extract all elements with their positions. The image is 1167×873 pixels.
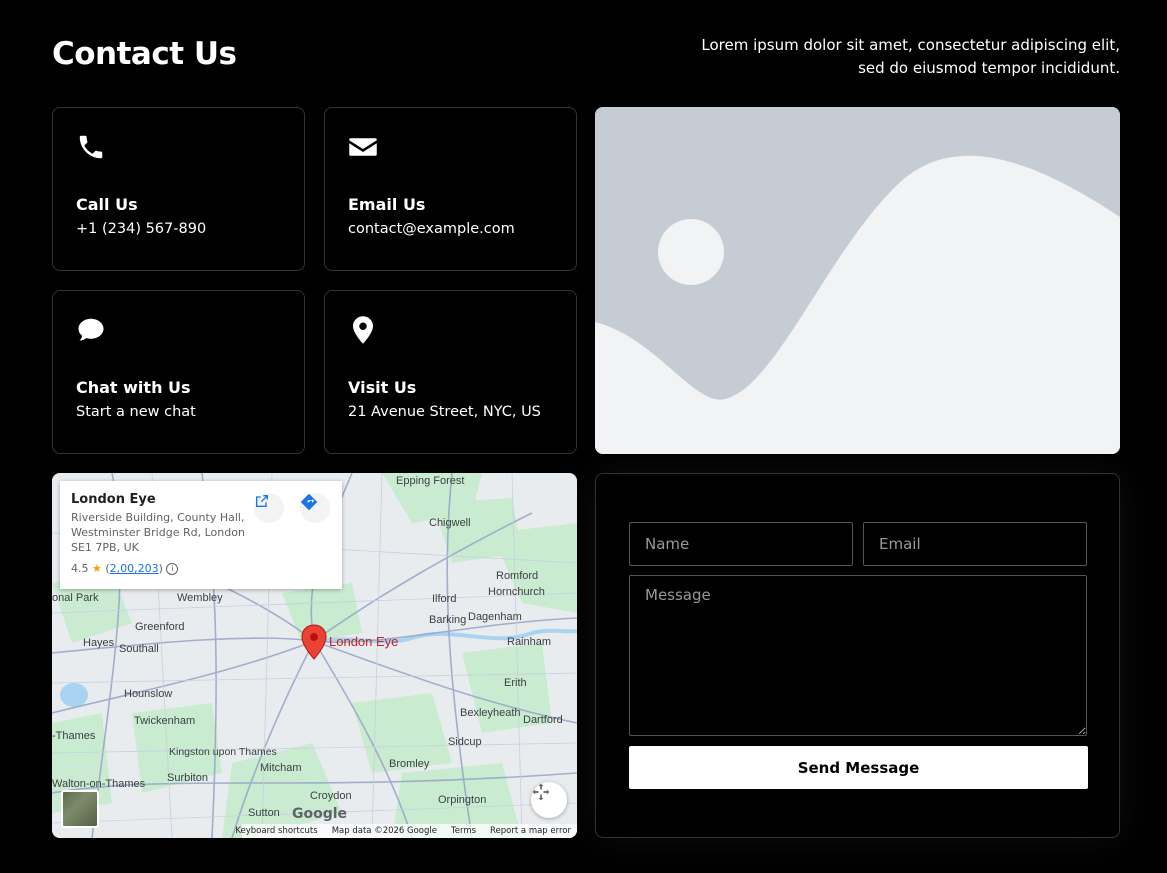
email-input[interactable] [863, 522, 1087, 566]
map-place-label: Hounslow [124, 688, 172, 700]
map-place-label: Dartford [523, 714, 563, 726]
map-place-label: Bexleyheath [460, 707, 521, 719]
visit-card[interactable]: Visit Us 21 Avenue Street, NYC, US [324, 290, 577, 454]
location-pin-icon [353, 316, 373, 344]
external-link-icon [256, 495, 268, 507]
info-icon[interactable]: i [166, 563, 179, 575]
map-place-label: Kingston upon Thames [169, 746, 277, 758]
map-place-label: Epping Forest [396, 475, 464, 487]
name-input[interactable] [629, 522, 853, 566]
map-place-label: Wembley [177, 592, 223, 604]
map-place-label: Orpington [438, 794, 486, 806]
send-message-button[interactable]: Send Message [629, 746, 1088, 789]
map-place-label: Sidcup [448, 736, 482, 748]
card-subtitle: Start a new chat [76, 404, 196, 420]
directions-button[interactable] [300, 493, 330, 523]
card-title: Email Us [348, 195, 426, 214]
map-place-label: Erith [504, 677, 527, 689]
map-place-label: Bromley [389, 758, 430, 770]
map-place-label: Surbiton [167, 772, 208, 784]
phone-icon [79, 135, 103, 159]
map-place-label: Walton-on-Thames [52, 778, 146, 790]
map-place-label: Greenford [135, 621, 185, 633]
chat-card[interactable]: Chat with Us Start a new chat [52, 290, 305, 454]
card-subtitle: 21 Avenue Street, NYC, US [348, 404, 541, 420]
card-title: Visit Us [348, 378, 417, 397]
call-card[interactable]: Call Us +1 (234) 567-890 [52, 107, 305, 271]
map-place-label: onal Park [52, 592, 99, 604]
map-place-label: Dagenham [468, 611, 522, 623]
map-marker-label: London Eye [329, 634, 398, 649]
map-place-label: Ilford [432, 593, 456, 605]
map-place-label: Rainham [507, 636, 551, 648]
card-subtitle: +1 (234) 567-890 [76, 221, 207, 237]
email-card[interactable]: Email Us contact@example.com [324, 107, 577, 271]
map-place-label: Croydon [310, 790, 352, 802]
satellite-toggle[interactable] [61, 790, 99, 828]
map-data-attribution: Map data ©2026 Google [331, 826, 437, 836]
card-subtitle: contact@example.com [348, 221, 515, 237]
report-error-link[interactable]: Report a map error [490, 826, 571, 836]
map-place-label: Chigwell [429, 517, 471, 529]
page-title: Contact Us [52, 36, 237, 72]
google-logo: Google [292, 806, 348, 822]
map-place-label: Hayes [83, 637, 115, 649]
keyboard-shortcuts-link[interactable]: Keyboard shortcuts [235, 826, 317, 836]
map-place-label: Romford [496, 570, 538, 582]
card-title: Call Us [76, 195, 138, 214]
place-rating: 4.5 ★ (2,00,203) i [71, 562, 331, 575]
fullscreen-button[interactable] [531, 782, 567, 818]
card-title: Chat with Us [76, 378, 191, 397]
open-in-maps-button[interactable] [254, 493, 284, 523]
reviews-link[interactable]: 2,00,203 [110, 562, 159, 575]
map-place-label: -Thames [52, 730, 96, 742]
map-place-label: Mitcham [260, 762, 302, 774]
map-place-label: Hornchurch [488, 586, 545, 598]
intro-text: Lorem ipsum dolor sit amet, consectetur … [701, 36, 1120, 77]
terms-link[interactable]: Terms [451, 826, 476, 836]
contact-form: Send Message [595, 473, 1120, 838]
place-info-card: London Eye Riverside Building, County Ha… [60, 481, 342, 589]
envelope-icon [349, 138, 377, 156]
expand-icon [532, 783, 550, 801]
message-textarea[interactable] [629, 575, 1087, 736]
place-name: London Eye [71, 492, 156, 507]
rating-value: 4.5 [71, 562, 89, 575]
map-place-label: Sutton [248, 807, 280, 819]
directions-icon [300, 493, 318, 511]
map-embed[interactable]: Epping Forest Chigwell Romford Hornchurc… [52, 473, 577, 838]
chat-icon [78, 318, 104, 341]
star-icon: ★ [92, 562, 102, 575]
place-address: Riverside Building, County Hall, Westmin… [71, 511, 245, 554]
map-footer: Keyboard shortcuts Map data ©2026 Google… [235, 824, 577, 838]
map-place-label: Barking [429, 614, 466, 626]
placeholder-image [595, 107, 1120, 454]
map-place-label: Twickenham [134, 715, 195, 727]
map-place-label: Southall [119, 643, 159, 655]
